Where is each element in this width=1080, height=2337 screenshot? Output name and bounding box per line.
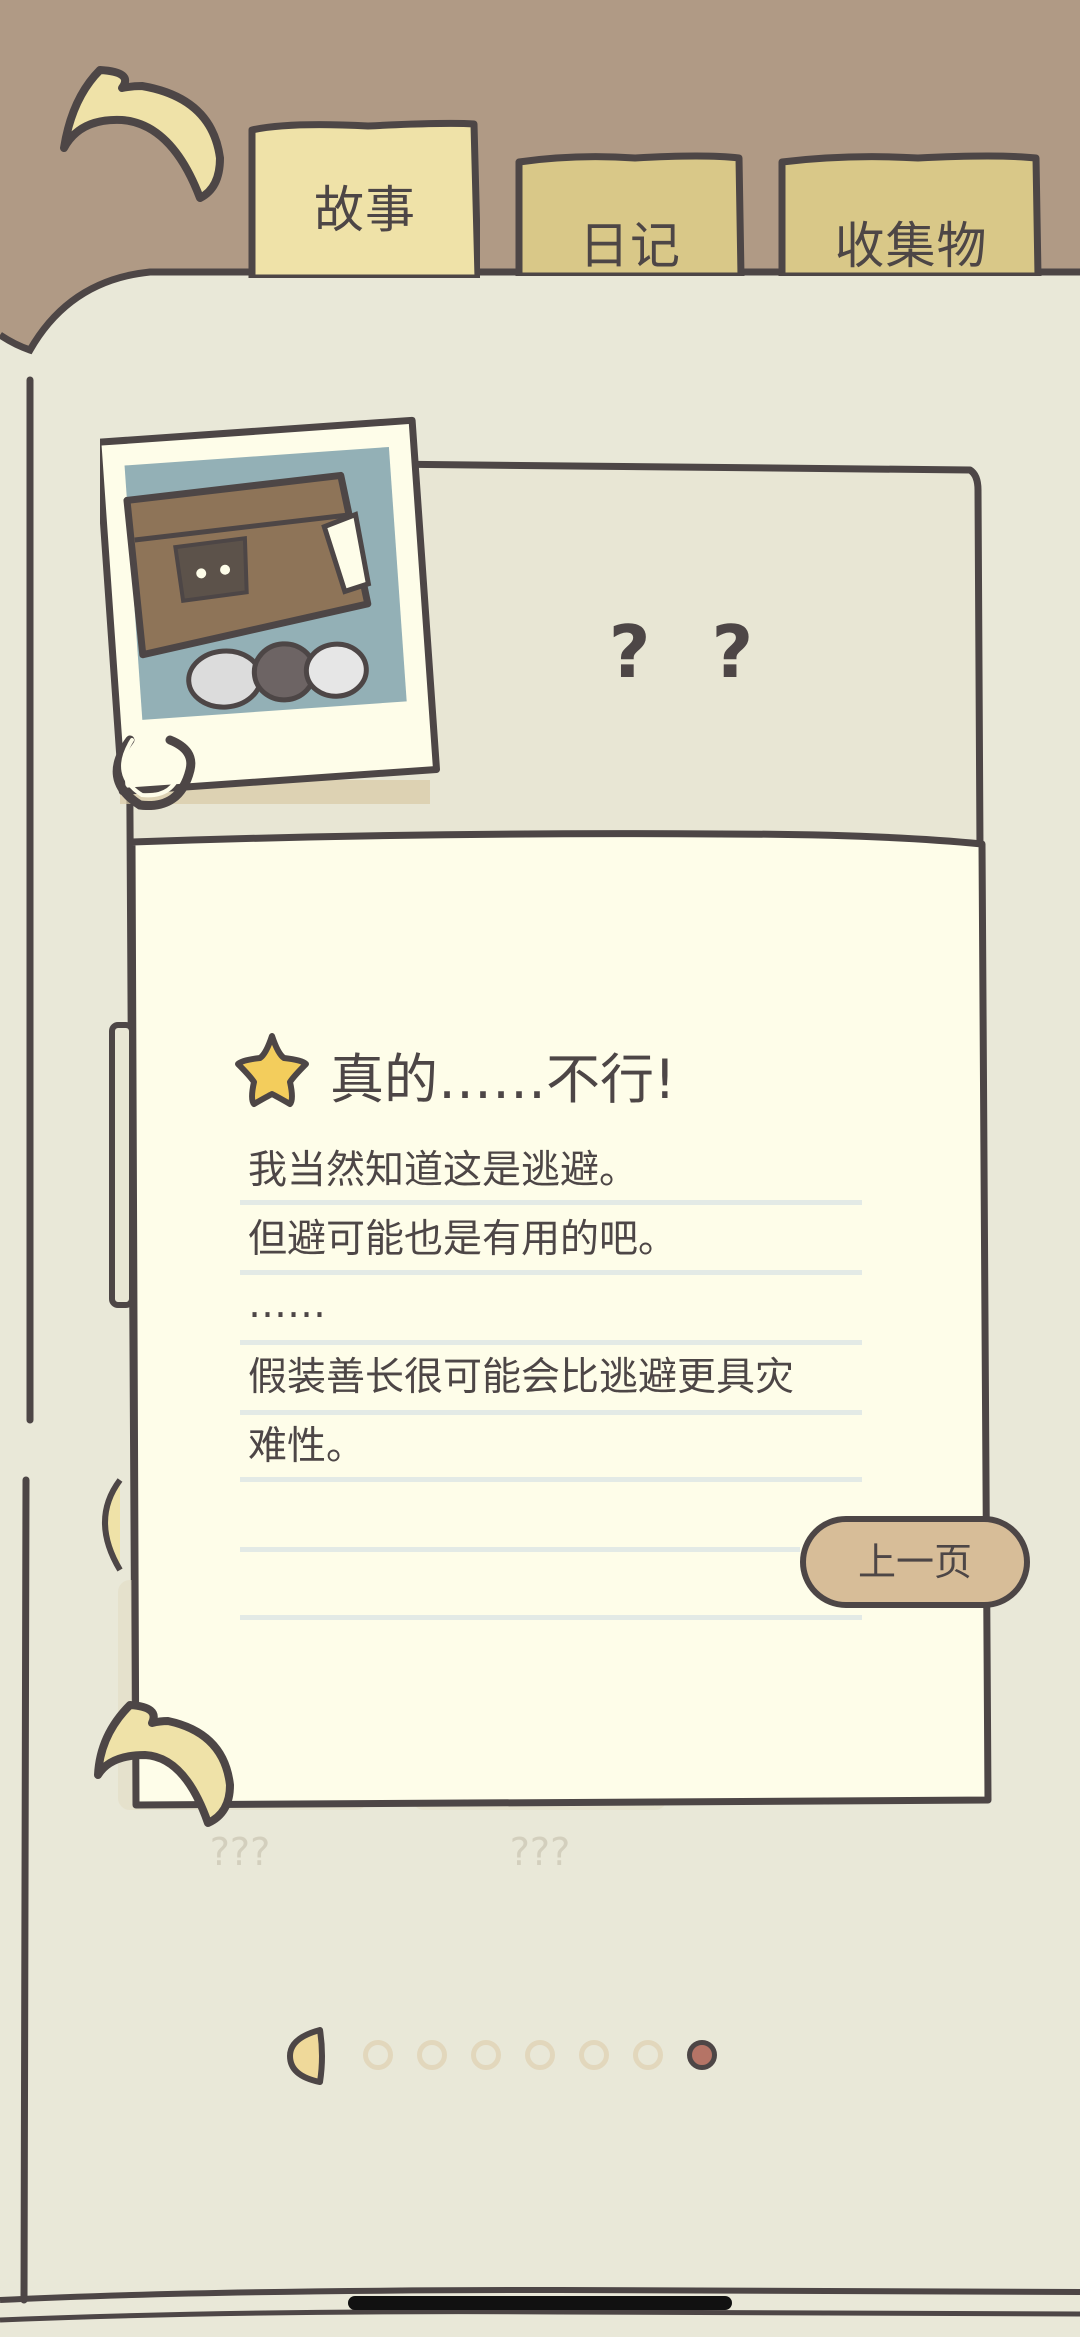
note-line-1: 我当然知道这是逃避。 xyxy=(248,1148,639,1193)
note-line-4: 假装善长很可能会比逃避更具灾 xyxy=(248,1355,795,1400)
note-rule xyxy=(240,1410,862,1415)
story-unknown-title: ? ? xyxy=(608,610,772,694)
page-dot-4[interactable] xyxy=(525,2040,555,2070)
back-arrow-icon[interactable] xyxy=(52,58,237,228)
note-rule xyxy=(240,1270,862,1275)
note-line-2: 但避可能也是有用的吧。 xyxy=(248,1217,678,1262)
page-dot-2[interactable] xyxy=(417,2040,447,2070)
note-line-5: 难性。 xyxy=(248,1424,366,1469)
previous-page-button[interactable]: 上一页 xyxy=(800,1516,1030,1608)
tab-diary[interactable]: 日记 xyxy=(518,206,742,278)
note-rule xyxy=(240,1477,862,1482)
note-rule xyxy=(240,1615,862,1620)
tab-story[interactable]: 故事 xyxy=(252,170,478,242)
star-icon xyxy=(235,1033,309,1107)
home-indicator[interactable] xyxy=(348,2296,732,2310)
faded-item-label-1: ??? xyxy=(209,1830,271,1874)
note-rule xyxy=(240,1340,862,1345)
story-photo xyxy=(100,416,441,810)
page-dot-1[interactable] xyxy=(363,2040,393,2070)
note-rule xyxy=(240,1547,800,1552)
tab-collection[interactable]: 收集物 xyxy=(782,206,1040,278)
page-dot-3[interactable] xyxy=(471,2040,501,2070)
note-line-3: …… xyxy=(248,1282,326,1327)
pagination-prev-icon[interactable] xyxy=(284,2024,330,2088)
faded-item-label-2: ??? xyxy=(509,1830,571,1874)
page-dot-7[interactable] xyxy=(687,2040,717,2070)
note-rule xyxy=(240,1200,862,1205)
note-back-arrow-icon[interactable] xyxy=(90,1695,240,1835)
note-title: 真的……不行! xyxy=(330,1048,676,1111)
page-dot-6[interactable] xyxy=(633,2040,663,2070)
page-dot-5[interactable] xyxy=(579,2040,609,2070)
